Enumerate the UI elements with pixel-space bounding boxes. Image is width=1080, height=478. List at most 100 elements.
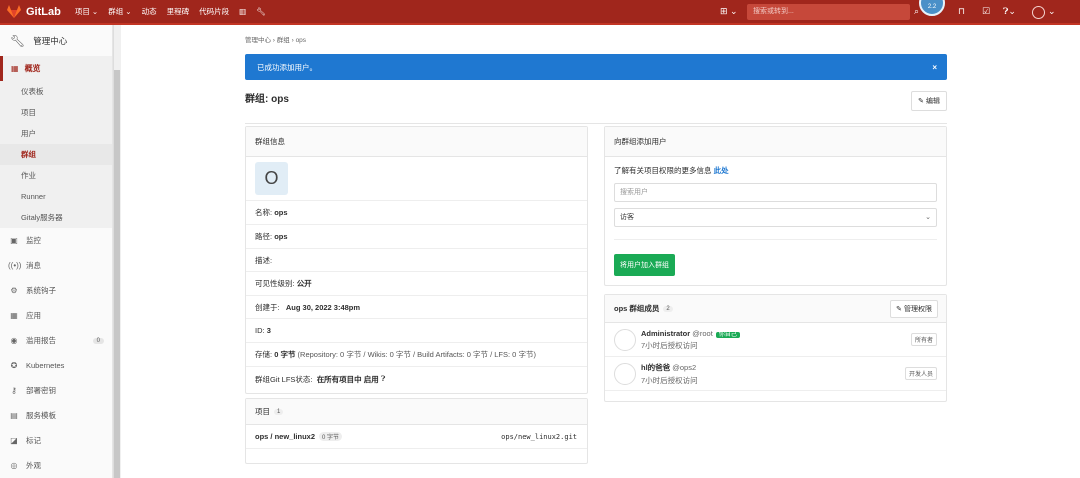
- permissions-info: 了解有关项目权限的更多信息: [614, 166, 712, 175]
- permissions-link[interactable]: 此处: [714, 166, 729, 175]
- gitlab-logo[interactable]: GitLab: [7, 5, 61, 18]
- edit-icon: ✎: [896, 306, 903, 313]
- success-alert: 已成功添加用户。 ×: [245, 54, 947, 80]
- sidebar-header[interactable]: 🔧︎ 管理中心: [0, 25, 112, 56]
- project-name[interactable]: ops / new_linux2: [255, 432, 315, 441]
- sidebar-item-labels[interactable]: ◪ 标记: [0, 428, 112, 453]
- wrench-icon: 🔧︎: [10, 33, 26, 48]
- hook-icon: ⚙: [10, 286, 18, 295]
- breadcrumb: 管理中心 › 群组 › ops: [245, 37, 307, 44]
- sidebar-item-monitoring[interactable]: ▣ 监控: [0, 228, 112, 253]
- nav-groups[interactable]: 群组 ⌄: [108, 6, 131, 17]
- breadcrumb-groups[interactable]: 群组: [277, 37, 290, 44]
- help-icon[interactable]: ❓︎⌄: [1003, 6, 1016, 17]
- breadcrumb-admin[interactable]: 管理中心: [245, 37, 271, 44]
- sidebar: 🔧︎ 管理中心 ▦ 概览 仪表板 项目 用户 群组 作业 Runner Gita…: [0, 25, 113, 478]
- list-item[interactable]: ops / new_linux2 0 字节 ops/new_linux2.git: [246, 425, 587, 449]
- group-lfs-status: 在所有项目中 启用: [316, 374, 379, 384]
- sidebar-scrollbar-thumb[interactable]: [114, 70, 120, 478]
- edit-icon: ✎: [918, 98, 925, 105]
- sidebar-sub-gitaly[interactable]: Gitaly服务器: [0, 207, 112, 228]
- sidebar-item-applications[interactable]: ▦ 应用: [0, 303, 112, 328]
- projects-header: 项目: [255, 407, 270, 416]
- manage-access-button[interactable]: ✎ 管理权限: [890, 300, 938, 318]
- member-name[interactable]: hl的爸爸: [641, 363, 670, 372]
- add-user-button[interactable]: 将用户加入群组: [614, 254, 675, 276]
- you-badge: 你自己: [715, 331, 740, 338]
- abuse-icon: ◉: [10, 336, 18, 345]
- grid-icon: ▦: [11, 64, 19, 73]
- project-size: 0 字节: [319, 432, 343, 441]
- add-user-card: 向群组添加用户 了解有关项目权限的更多信息 此处 搜索用户 访客 ⌄ 将用户加入…: [604, 126, 947, 286]
- broadcast-icon: ((•)): [8, 261, 22, 270]
- group-storage: 0 字节: [274, 350, 296, 359]
- add-user-header: 向群组添加用户: [605, 127, 946, 157]
- group-name: ops: [274, 208, 288, 217]
- sidebar-sub-users[interactable]: 用户: [0, 123, 112, 144]
- user-avatar[interactable]: [1032, 6, 1045, 19]
- group-storage-detail: (Repository: 0 字节 / Wikis: 0 字节 / Build …: [297, 350, 536, 359]
- chevron-down-icon[interactable]: ⌄: [1048, 6, 1056, 17]
- avatar: [614, 362, 636, 385]
- search-input[interactable]: 搜索或转到...: [747, 4, 910, 20]
- group-created: Aug 30, 2022 3:48pm: [285, 302, 361, 312]
- chart-icon[interactable]: ▥: [239, 7, 246, 16]
- monitor-icon: ▣: [10, 236, 18, 245]
- edit-button[interactable]: ✎ 编辑: [911, 91, 947, 111]
- avatar: [614, 328, 636, 351]
- member-row: hl的爸爸 @ops2 7小时后授权访问 开发人员: [605, 357, 946, 391]
- key-icon: ⚷: [11, 386, 17, 395]
- nav-milestones[interactable]: 里程碑: [167, 6, 190, 17]
- template-icon: ▤: [10, 411, 18, 420]
- search-icon[interactable]: ⌕: [914, 6, 919, 17]
- sidebar-sub-runners[interactable]: Runner: [0, 186, 112, 207]
- group-path: ops: [274, 232, 288, 241]
- breadcrumb-ops[interactable]: ops: [296, 37, 306, 44]
- status-bubble: 2.2: [919, 0, 945, 16]
- sidebar-item-overview[interactable]: ▦ 概览: [0, 56, 112, 81]
- nav-snippets[interactable]: 代码片段: [199, 6, 229, 17]
- sidebar-sub-projects[interactable]: 项目: [0, 102, 112, 123]
- merge-request-icon[interactable]: ⊓: [958, 6, 965, 17]
- help-icon[interactable]: ❓︎: [381, 374, 386, 384]
- brand-name: GitLab: [26, 5, 61, 18]
- role-select[interactable]: 访客 ⌄: [614, 208, 937, 227]
- sidebar-item-hooks[interactable]: ⚙ 系统钩子: [0, 278, 112, 303]
- nav-projects[interactable]: 项目 ⌄: [75, 6, 98, 17]
- role-badge: 所有者: [910, 333, 937, 346]
- nav-activity[interactable]: 动态: [142, 6, 157, 17]
- main-content: 管理中心 › 群组 › ops 已成功添加用户。 × 群组: ops ✎ 编辑: [245, 25, 947, 124]
- sidebar-item-kubernetes[interactable]: ✪ Kubernetes: [0, 353, 112, 378]
- group-info-header: 群组信息: [246, 127, 587, 157]
- members-card: ops 群组成员 2 ✎ 管理权限 Administrator @root 你自己…: [604, 294, 947, 402]
- user-search-input[interactable]: 搜索用户: [614, 183, 937, 202]
- sidebar-item-templates[interactable]: ▤ 服务模板: [0, 403, 112, 428]
- apps-icon: ▦: [10, 311, 18, 320]
- label-icon: ◪: [10, 436, 18, 445]
- sidebar-sub-groups[interactable]: 群组: [0, 144, 112, 165]
- chevron-down-icon: ⌄: [925, 214, 931, 221]
- plus-icon[interactable]: ⊞ ⌄: [720, 6, 738, 17]
- role-badge: 开发人员: [904, 367, 937, 380]
- group-avatar: O: [255, 162, 288, 195]
- sidebar-item-abuse[interactable]: ◉ 滥用报告 0: [0, 328, 112, 353]
- appearance-icon: ◎: [10, 461, 18, 470]
- todo-icon[interactable]: ☑: [982, 6, 990, 17]
- wrench-icon[interactable]: 🔧︎: [256, 7, 266, 16]
- sidebar-sub-jobs[interactable]: 作业: [0, 165, 112, 186]
- sidebar-item-messages[interactable]: ((•)) 消息: [0, 253, 112, 278]
- member-name[interactable]: Administrator: [641, 329, 690, 338]
- top-navbar: GitLab 项目 ⌄ 群组 ⌄ 动态 里程碑 代码片段 ▥ 🔧︎ ⊞ ⌄ 搜索…: [0, 0, 1080, 25]
- projects-card: 项目 1 ops / new_linux2 0 字节 ops/new_linux2…: [245, 398, 588, 464]
- group-id: 3: [266, 326, 271, 335]
- group-info-card: 群组信息 O 名称: ops 路径: ops 描述: 可见性级别: 公开 创建于…: [245, 126, 588, 394]
- kubernetes-icon: ✪: [10, 361, 18, 370]
- sidebar-item-deploy-keys[interactable]: ⚷ 部署密钥: [0, 378, 112, 403]
- projects-count: 1: [274, 408, 284, 415]
- members-header: ops 群组成员: [614, 304, 660, 313]
- sidebar-item-appearance[interactable]: ◎ 外观: [0, 453, 112, 478]
- sidebar-sub-dashboard[interactable]: 仪表板: [0, 81, 112, 102]
- gitlab-fox-icon: [7, 5, 21, 18]
- close-icon[interactable]: ×: [932, 63, 937, 72]
- page-title: 群组: ops: [245, 94, 289, 105]
